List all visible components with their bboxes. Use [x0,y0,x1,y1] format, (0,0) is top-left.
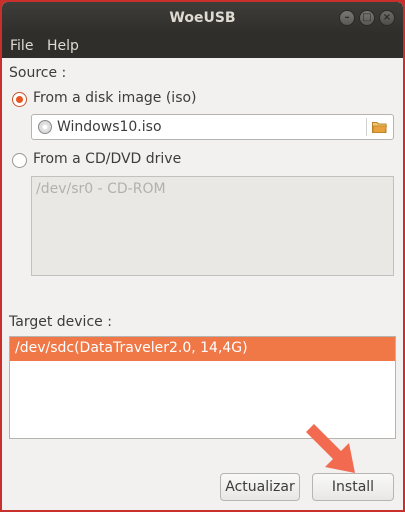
folder-open-icon[interactable] [372,121,387,133]
maximize-button[interactable]: □ [359,10,375,26]
title-bar[interactable]: WoeUSB – □ × [2,2,403,34]
cd-dvd-radio[interactable] [12,153,27,168]
cd-drive-item: /dev/sr0 - CD-ROM [36,181,166,197]
menu-file[interactable]: File [10,38,33,54]
refresh-button[interactable]: Actualizar [220,473,300,501]
cd-dvd-label[interactable]: From a CD/DVD drive [33,151,181,167]
iso-file-chooser[interactable]: Windows10.iso [31,114,394,140]
target-device-row[interactable]: /dev/sdc(DataTraveler2.0, 14,4G) [10,337,395,361]
chooser-separator [366,118,367,136]
menu-bar: File Help [2,34,403,58]
iso-file-value: Windows10.iso [57,119,162,135]
menu-help[interactable]: Help [47,38,79,54]
source-heading: Source : [9,65,67,81]
disk-image-label[interactable]: From a disk image (iso) [33,90,197,106]
install-button[interactable]: Install [312,473,394,501]
close-button[interactable]: × [379,10,395,26]
minimize-button[interactable]: – [339,10,355,26]
woeusb-window: WoeUSB – □ × File Help Source : From a d… [2,2,403,510]
target-heading: Target device : [9,314,112,330]
cd-drive-list: /dev/sr0 - CD-ROM [31,176,394,276]
disc-icon [38,120,52,134]
disk-image-radio[interactable] [12,92,27,107]
